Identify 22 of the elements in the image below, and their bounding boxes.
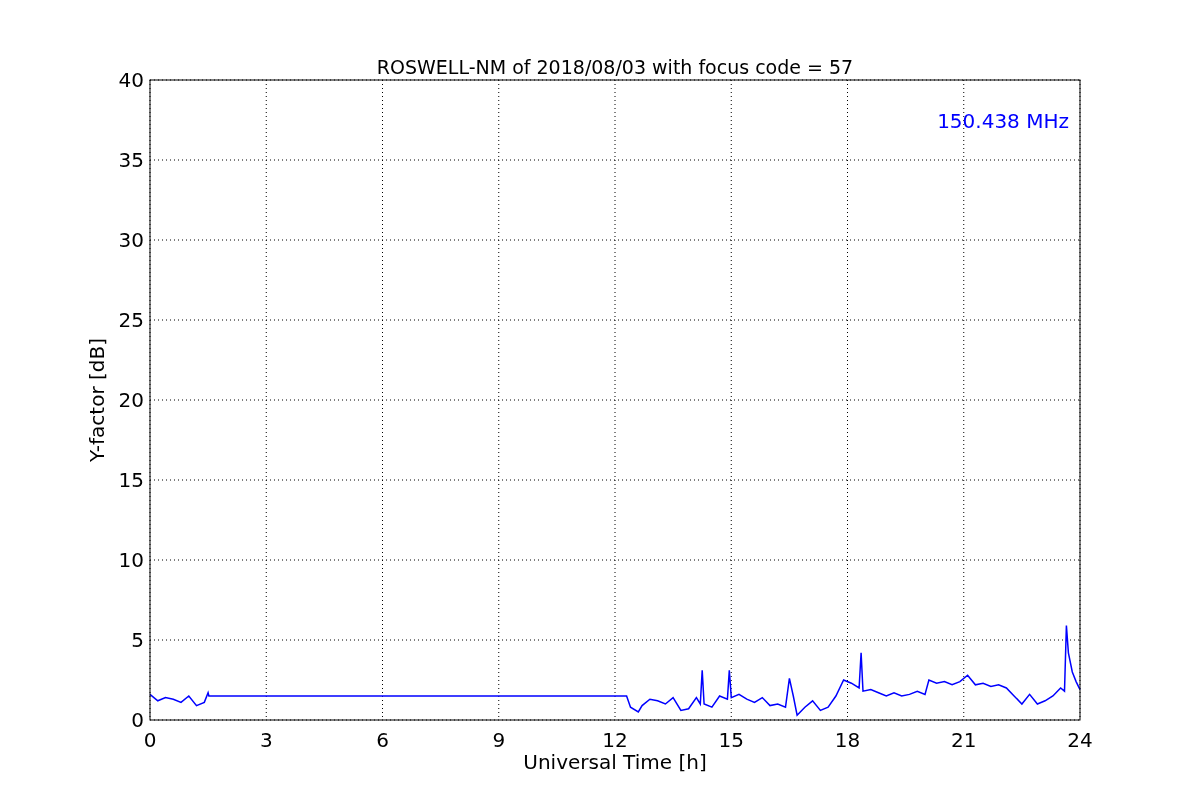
- y-tick-label: 10: [118, 548, 144, 572]
- y-tick-label: 0: [131, 708, 144, 732]
- x-tick-label: 18: [834, 728, 861, 752]
- x-tick-label: 9: [492, 728, 506, 752]
- x-tick-label: 24: [1067, 728, 1093, 752]
- x-tick-label: 3: [259, 728, 273, 752]
- series-label: 150.438 MHz: [937, 109, 1069, 133]
- y-tick-label: 25: [118, 308, 144, 332]
- x-tick-label: 21: [951, 728, 977, 752]
- x-tick-label: 15: [718, 728, 744, 752]
- y-tick-label: 5: [131, 628, 144, 652]
- x-tick-label: 12: [602, 728, 628, 752]
- y-tick-label: 30: [118, 228, 144, 252]
- y-axis-label: Y-factor [dB]: [85, 338, 109, 462]
- y-tick-label: 35: [118, 148, 144, 172]
- y-tick-label: 15: [118, 468, 144, 492]
- x-tick-label: 0: [143, 728, 157, 752]
- y-tick-label: 40: [118, 68, 144, 92]
- y-tick-label: 20: [118, 388, 144, 412]
- chart-title: ROSWELL-NM of 2018/08/03 with focus code = 57: [376, 56, 854, 78]
- x-axis-label: Universal Time [h]: [523, 750, 707, 774]
- x-tick-label: 6: [376, 728, 389, 752]
